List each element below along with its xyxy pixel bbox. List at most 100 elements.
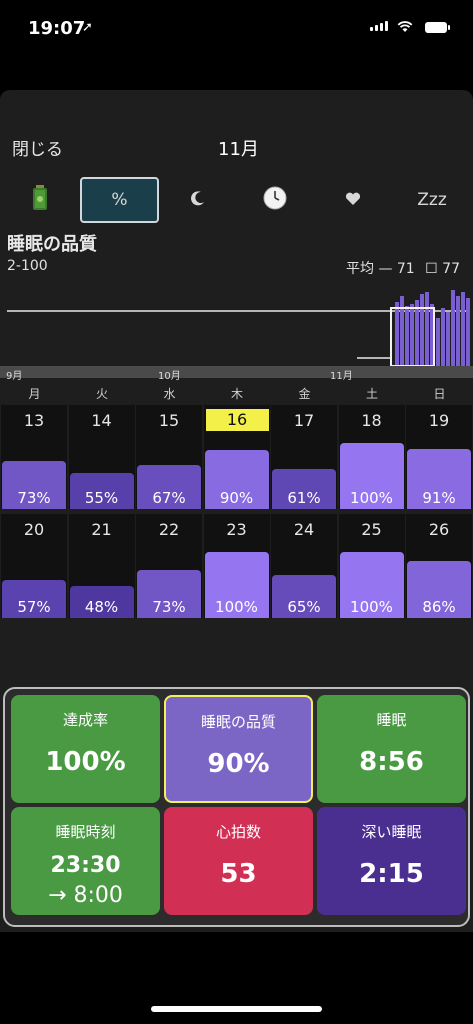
month-title: 11月 (218, 139, 259, 160)
quality-percent: 100% (350, 489, 393, 507)
day-number: 15 (158, 411, 180, 430)
weekday-label: 木 (230, 387, 243, 401)
quality-percent: 73% (17, 489, 51, 507)
summary-label: 睡眠時刻 (55, 823, 116, 841)
timeline-bar (441, 308, 445, 366)
calendar-day[interactable]: 26 86% (406, 514, 472, 618)
quality-percent: 100% (215, 598, 258, 616)
legend-selected: ☐ 77 (425, 261, 460, 277)
timeline-bar (456, 296, 460, 366)
calendar-day[interactable]: 20 57% (1, 514, 67, 618)
timeline-bar (410, 304, 414, 366)
summary-tile[interactable]: 睡眠 8:56 (317, 695, 466, 803)
day-number: 25 (361, 520, 382, 539)
calendar-day[interactable]: 25 100% (338, 514, 405, 618)
weekday-label: 水 (163, 387, 176, 401)
close-button[interactable]: 閉じる (12, 135, 63, 160)
day-number: 18 (361, 411, 382, 430)
day-number: 24 (293, 520, 315, 539)
quality-percent: 67% (152, 489, 186, 507)
summary-label: 深い睡眠 (361, 823, 422, 841)
summary-panel: 達成率 100% 睡眠の品質 90% 睡眠 8:56 睡眠時刻 23:30 → 8:00 心拍数 5… (3, 687, 470, 927)
calendar-day[interactable]: 22 73% (136, 514, 202, 618)
weekday-label: 火 (95, 387, 108, 401)
timeline-bar (415, 300, 419, 366)
summary-tile[interactable]: 睡眠の品質 90% (164, 695, 313, 803)
timeline-bar (420, 294, 424, 366)
calendar-day[interactable]: 15 67% (136, 405, 202, 509)
timeline-label-nov: 11月 (330, 371, 353, 382)
summary-label: 達成率 (62, 711, 108, 729)
day-number: 23 (226, 520, 247, 539)
moon-icon (190, 190, 206, 210)
timeline-label-oct: 10月 (158, 371, 181, 382)
clock-icon (263, 186, 287, 214)
timeline-bar (395, 302, 399, 366)
weekday-label: 日 (433, 387, 446, 401)
tab-heart[interactable] (338, 177, 368, 223)
calendar-day[interactable]: 21 48% (68, 514, 135, 618)
calendar-day[interactable]: 17 61% (271, 405, 337, 509)
day-number: 16 (205, 409, 269, 431)
tab-battery[interactable] (20, 177, 60, 223)
calendar-day[interactable]: 23 100% (203, 514, 270, 618)
heart-icon (345, 191, 361, 210)
summary-tile[interactable]: 深い睡眠 2:15 (317, 807, 466, 915)
tab-percent-label: % (111, 190, 128, 210)
timeline-bar (461, 292, 465, 366)
tab-percent[interactable]: % (80, 177, 159, 223)
chart-range: 2-100 (7, 258, 48, 274)
timeline-bar (451, 290, 455, 366)
quality-percent: 100% (350, 598, 393, 616)
quality-percent: 48% (84, 598, 119, 616)
weekday-label: 月 (28, 387, 41, 401)
tab-moon[interactable] (182, 177, 214, 223)
timeline-bar (405, 306, 409, 366)
summary-value: 53 (220, 859, 257, 889)
day-number: 13 (23, 411, 45, 430)
summary-label: 睡眠の品質 (200, 713, 276, 731)
quality-percent: 73% (152, 598, 186, 616)
day-number: 20 (23, 520, 45, 539)
summary-value: 2:15 (359, 859, 424, 889)
summary-tile[interactable]: 心拍数 53 (164, 807, 313, 915)
summary-label: 心拍数 (215, 823, 261, 841)
summary-value: 100% (45, 747, 126, 777)
calendar-day[interactable]: 19 91% (406, 405, 472, 509)
quality-percent: 65% (287, 598, 321, 616)
weekday-label: 金 (298, 387, 311, 401)
day-number: 22 (158, 520, 180, 539)
tab-zzz[interactable]: Zzz (410, 177, 454, 223)
day-number: 21 (91, 520, 112, 539)
quality-percent: 55% (84, 489, 119, 507)
timeline-label-sep: 9月 (6, 371, 23, 382)
summary-tile[interactable]: 睡眠時刻 23:30 → 8:00 (11, 807, 160, 915)
quality-percent: 90% (219, 489, 254, 507)
signal-icon (370, 21, 388, 31)
chart-legend: 平均 — 71 ☐ 77 (346, 258, 460, 278)
summary-tile[interactable]: 達成率 100% (11, 695, 160, 803)
timeline-bar (425, 292, 429, 366)
timeline-chart[interactable] (0, 282, 473, 394)
day-number: 14 (91, 411, 112, 430)
battery-status-icon (425, 22, 450, 33)
calendar-day[interactable]: 14 55% (68, 405, 135, 509)
timeline-scrubber (0, 366, 473, 378)
summary-label: 睡眠 (376, 711, 407, 729)
calendar-day[interactable]: 24 65% (271, 514, 337, 618)
battery-icon (32, 185, 48, 215)
wifi-icon (397, 19, 413, 37)
timeline-bar (446, 312, 450, 366)
tab-clock[interactable] (258, 177, 292, 223)
summary-value-secondary: → 8:00 (48, 883, 123, 908)
status-time: 19:07 (28, 18, 86, 39)
timeline-bar (436, 318, 440, 366)
summary-value: 8:56 (359, 747, 424, 777)
day-number: 26 (428, 520, 450, 539)
timeline-bar (400, 296, 404, 366)
home-indicator (151, 1006, 322, 1012)
calendar-day[interactable]: 18 100% (338, 405, 405, 509)
summary-value: 23:30 (50, 853, 121, 878)
calendar-day[interactable]: 13 73% (1, 405, 67, 509)
calendar-day[interactable]: 16 90% (203, 405, 270, 509)
